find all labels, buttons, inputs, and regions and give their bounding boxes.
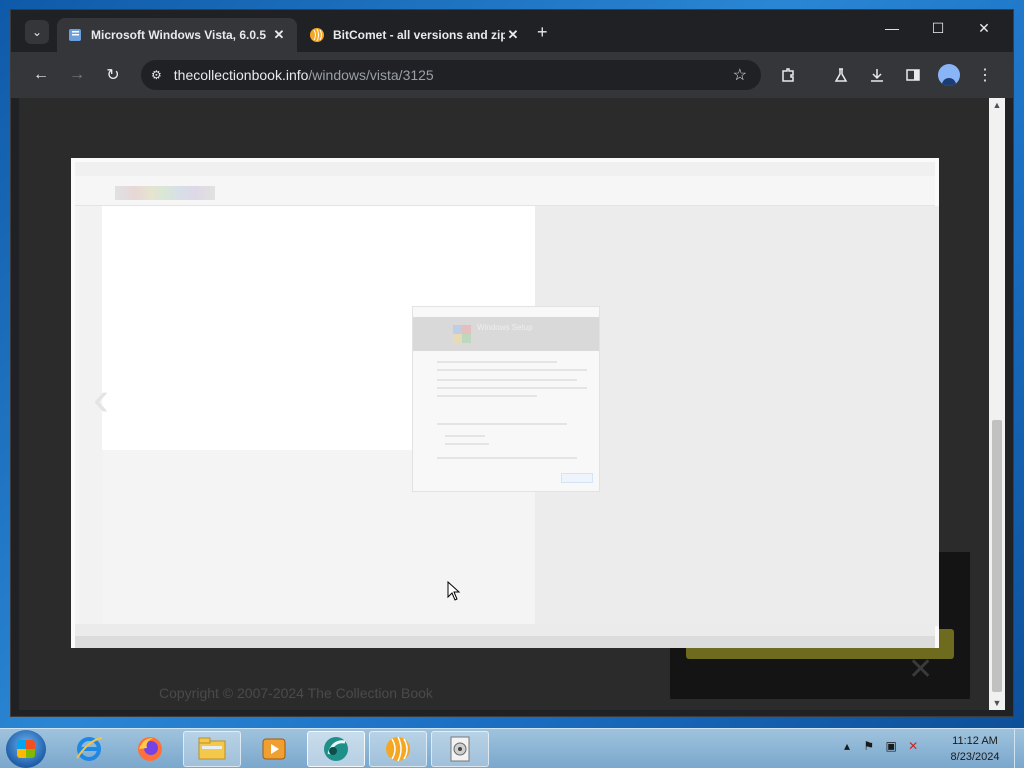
url-path: /windows/vista/3125 bbox=[308, 67, 434, 83]
book-icon bbox=[69, 29, 81, 41]
extensions-icon[interactable] bbox=[777, 64, 799, 86]
paint-toolbar bbox=[75, 176, 935, 206]
color-palette bbox=[115, 186, 215, 200]
scroll-up-icon[interactable]: ▲ bbox=[989, 98, 1005, 112]
paint-statusbar bbox=[75, 624, 935, 636]
download-icon[interactable] bbox=[866, 64, 888, 86]
dialog-text-line bbox=[437, 361, 557, 363]
new-tab-button[interactable]: + bbox=[537, 22, 548, 43]
vista-taskbar-preview bbox=[75, 636, 935, 648]
network-icon[interactable]: ▣ bbox=[885, 739, 896, 753]
close-window-button[interactable]: ✕ bbox=[972, 20, 996, 37]
tab-title: Microsoft Windows Vista, 6.0.5 bbox=[91, 28, 267, 42]
tab-bitcomet[interactable]: BitComet - all versions and zip ✕ bbox=[299, 18, 531, 52]
scroll-thumb[interactable] bbox=[992, 420, 1002, 692]
menu-kebab-icon[interactable]: ⋮ bbox=[974, 64, 996, 86]
browser-window: ⌄ Microsoft Windows Vista, 6.0.5 ✕ BitCo… bbox=[10, 9, 1014, 717]
labs-flask-icon[interactable] bbox=[830, 64, 852, 86]
bookmark-star-icon[interactable]: ☆ bbox=[733, 65, 747, 85]
dialog-ok-button bbox=[561, 473, 593, 483]
tab-vista[interactable]: Microsoft Windows Vista, 6.0.5 ✕ bbox=[57, 18, 297, 52]
dialog-text-line bbox=[445, 443, 489, 445]
firefox-icon[interactable] bbox=[121, 731, 179, 767]
minimize-button[interactable]: — bbox=[880, 20, 904, 36]
screenshot-lightbox[interactable]: ‹ Windows Setup bbox=[71, 158, 939, 648]
scroll-down-icon[interactable]: ▼ bbox=[989, 696, 1005, 710]
dialog-text-line bbox=[437, 369, 587, 371]
browser-toolbar: ← → ↻ ⚙ thecollectionbook.info/windows/v… bbox=[11, 52, 1013, 98]
taskbar-clock[interactable]: 11:12 AM 8/23/2024 bbox=[940, 733, 1010, 765]
tab-search-button[interactable]: ⌄ bbox=[25, 20, 49, 44]
dialog-text-line bbox=[437, 387, 587, 389]
bitcomet-app-icon[interactable] bbox=[307, 731, 365, 767]
forward-icon[interactable]: → bbox=[66, 64, 88, 86]
dialog-text-line bbox=[437, 423, 567, 425]
windows-explorer-icon[interactable] bbox=[183, 731, 241, 767]
dialog-text-line bbox=[437, 395, 537, 397]
close-tab-icon[interactable]: ✕ bbox=[505, 27, 521, 43]
dialog-text-line bbox=[437, 379, 577, 381]
dialog-text-line bbox=[437, 457, 577, 459]
windows-logo-icon bbox=[17, 740, 35, 758]
paint-titlebar bbox=[75, 162, 935, 176]
installer-icon[interactable] bbox=[431, 731, 489, 767]
profile-avatar-icon[interactable] bbox=[938, 64, 960, 86]
tab-title: BitComet - all versions and zip bbox=[333, 28, 505, 42]
reload-icon[interactable]: ↻ bbox=[102, 64, 124, 86]
page-content: ✕ Copyright © 2007-2024 The Collection B… bbox=[19, 98, 989, 710]
show-hidden-icons-icon[interactable]: ▴ bbox=[844, 739, 850, 753]
bitcomet-orange-icon[interactable] bbox=[369, 731, 427, 767]
bitcomet-icon bbox=[310, 28, 324, 42]
maximize-button[interactable]: ☐ bbox=[926, 20, 950, 37]
side-panel-icon[interactable] bbox=[902, 64, 924, 86]
system-tray: ▴ ⚑ ▣ ✕ bbox=[844, 739, 918, 753]
page-scrollbar[interactable]: ▲ ▼ bbox=[989, 98, 1005, 710]
ad-close-icon[interactable]: ✕ bbox=[908, 652, 933, 687]
action-center-flag-icon[interactable]: ⚑ bbox=[863, 739, 874, 753]
mouse-cursor-icon bbox=[447, 581, 461, 601]
dialog-title: Windows Setup bbox=[477, 323, 533, 332]
dialog-text-line bbox=[445, 435, 485, 437]
tab-strip: ⌄ Microsoft Windows Vista, 6.0.5 ✕ BitCo… bbox=[11, 10, 1013, 52]
dialog-header: Windows Setup bbox=[413, 317, 599, 351]
clock-time: 11:12 AM bbox=[952, 735, 998, 747]
site-info-icon[interactable]: ⚙ bbox=[151, 68, 162, 82]
back-icon[interactable]: ← bbox=[30, 64, 52, 86]
windows-setup-dialog: Windows Setup bbox=[412, 306, 600, 492]
media-player-icon[interactable] bbox=[245, 731, 303, 767]
close-tab-icon[interactable]: ✕ bbox=[271, 27, 287, 43]
url-host: thecollectionbook.info bbox=[173, 67, 309, 83]
internet-explorer-icon[interactable] bbox=[60, 731, 118, 767]
address-bar[interactable]: ⚙ thecollectionbook.info/windows/vista/3… bbox=[141, 60, 761, 90]
windows-taskbar: ▴ ⚑ ▣ ✕ 11:12 AM 8/23/2024 bbox=[0, 728, 1024, 768]
start-button[interactable] bbox=[6, 730, 46, 768]
footer-copyright: Copyright © 2007-2024 The Collection Boo… bbox=[159, 685, 433, 701]
previous-arrow-icon[interactable]: ‹ bbox=[93, 372, 109, 427]
windows-logo-icon bbox=[453, 325, 471, 343]
clock-date: 8/23/2024 bbox=[950, 751, 1000, 763]
volume-muted-icon[interactable]: ✕ bbox=[908, 739, 918, 753]
show-desktop-button[interactable] bbox=[1014, 729, 1024, 768]
